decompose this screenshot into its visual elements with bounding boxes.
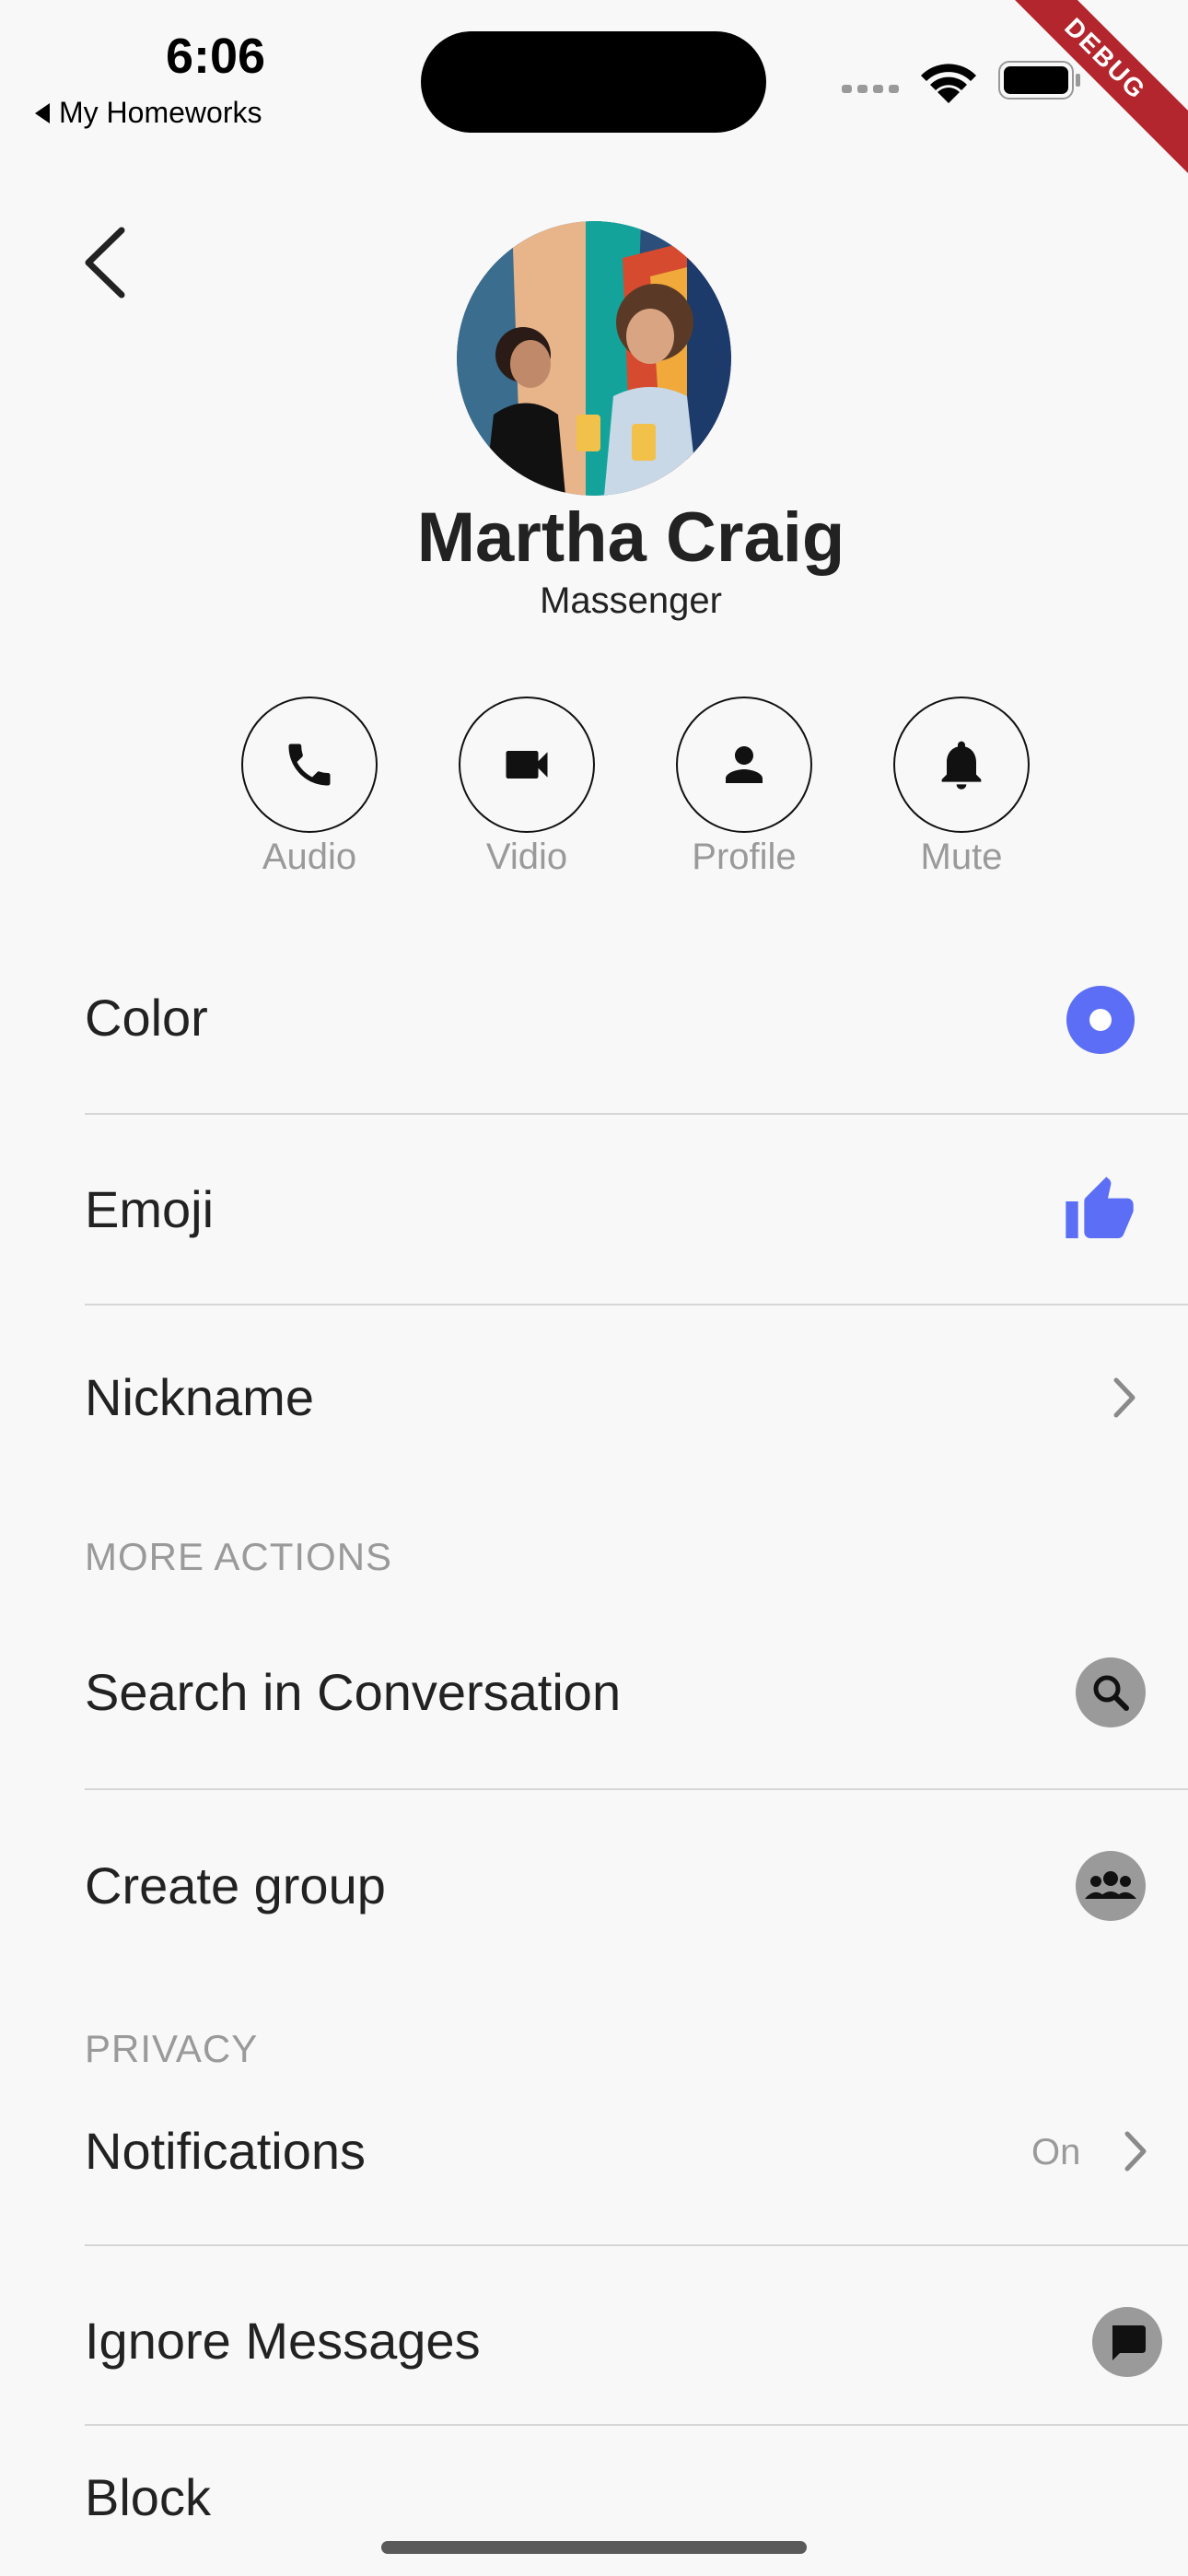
more-actions-header: MORE ACTIONS	[85, 1535, 393, 1578]
battery-icon	[998, 61, 1080, 100]
profile-label: Profile	[692, 837, 797, 877]
notifications-value: On	[1031, 2132, 1081, 2172]
person-icon	[726, 746, 763, 783]
notifications-label[interactable]: Notifications	[85, 2121, 366, 2181]
video-icon	[506, 751, 548, 779]
video-label: Vidio	[485, 837, 568, 877]
status-time: 6:06	[166, 29, 266, 84]
nickname-row-label[interactable]: Nickname	[85, 1367, 314, 1427]
divider	[85, 1304, 1188, 1306]
thumbs-up-icon[interactable]	[1063, 1174, 1136, 1247]
color-row-label[interactable]: Color	[85, 988, 208, 1048]
privacy-header: PRIVACY	[85, 2027, 259, 2070]
back-to-app-link[interactable]: My Homeworks	[35, 96, 262, 130]
divider	[85, 1113, 1188, 1115]
ignore-messages-label[interactable]: Ignore Messages	[85, 2311, 481, 2371]
wifi-icon	[921, 64, 976, 103]
home-indicator	[381, 2541, 807, 2554]
mute-label: Mute	[920, 837, 1003, 877]
search-icon[interactable]	[1076, 1657, 1146, 1727]
block-label[interactable]: Block	[85, 2467, 211, 2527]
bell-icon	[941, 741, 982, 790]
divider	[85, 1788, 1188, 1790]
video-call-button[interactable]: Vidio	[459, 697, 595, 878]
avatar	[457, 221, 731, 496]
back-triangle-icon	[35, 102, 50, 123]
contact-name: Martha Craig	[416, 498, 845, 577]
back-chevron-icon[interactable]	[76, 221, 140, 304]
phone-icon	[288, 744, 331, 786]
back-app-label: My Homeworks	[59, 96, 262, 129]
contact-subtitle: Massenger	[540, 580, 722, 621]
audio-call-button[interactable]: Audio	[241, 697, 378, 878]
mute-button[interactable]: Mute	[893, 697, 1030, 878]
cellular-signal-icon	[842, 85, 899, 93]
group-icon[interactable]	[1076, 1851, 1146, 1921]
create-group-label[interactable]: Create group	[85, 1856, 386, 1915]
chat-bubble-icon[interactable]	[1092, 2307, 1162, 2377]
divider	[85, 2244, 1188, 2246]
divider	[85, 2424, 1188, 2426]
color-swatch-icon[interactable]	[1066, 986, 1135, 1054]
chevron-right-icon[interactable]	[1124, 2130, 1149, 2172]
dynamic-island	[421, 31, 766, 133]
emoji-row-label[interactable]: Emoji	[85, 1179, 214, 1239]
search-conversation-label[interactable]: Search in Conversation	[85, 1662, 621, 1722]
chevron-right-icon[interactable]	[1112, 1376, 1138, 1419]
profile-button[interactable]: Profile	[676, 697, 812, 878]
audio-label: Audio	[262, 837, 357, 877]
